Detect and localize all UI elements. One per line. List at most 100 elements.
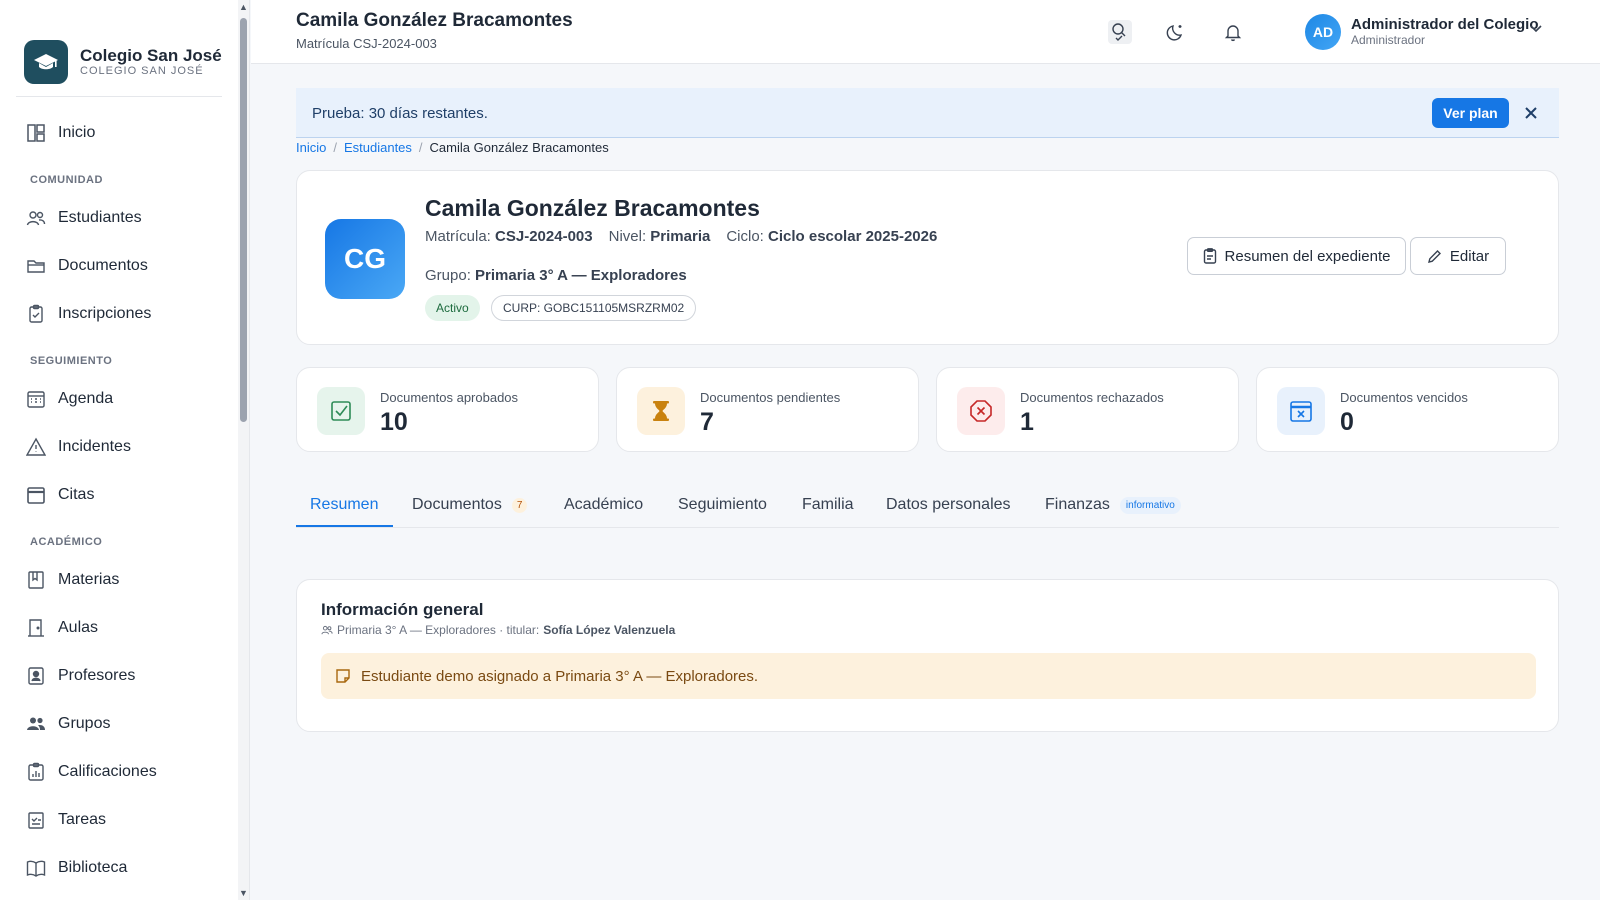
- sidebar-scrollbar[interactable]: ▲ ▼: [238, 0, 250, 900]
- trial-banner: Prueba: 30 días restantes. Ver plan: [296, 88, 1559, 138]
- scroll-up-arrow-icon[interactable]: ▲: [239, 2, 248, 12]
- accessibility-search-icon[interactable]: [1108, 20, 1132, 44]
- stat-pending-documents[interactable]: Documentos pendientes 7: [616, 367, 919, 452]
- tab-seguimiento[interactable]: Seguimiento: [678, 496, 767, 514]
- calendar-event-icon: [26, 485, 46, 505]
- sidebar-item-label: Aulas: [58, 619, 99, 636]
- section-academico: ACADÉMICO: [30, 536, 103, 548]
- breadcrumb-students[interactable]: Estudiantes: [344, 140, 412, 155]
- nivel-label: Nivel:: [608, 228, 647, 245]
- sidebar-item-estudiantes[interactable]: Estudiantes: [26, 206, 142, 230]
- tab-label: Documentos: [412, 496, 502, 513]
- record-summary-button[interactable]: Resumen del expediente: [1187, 237, 1406, 275]
- clipboard-icon: [1203, 248, 1217, 264]
- warning-icon: [26, 437, 46, 457]
- edit-label: Editar: [1449, 247, 1490, 265]
- sidebar-item-label: Inicio: [58, 124, 96, 141]
- sidebar-item-materias[interactable]: Materias: [26, 568, 119, 592]
- ciclo-value: Ciclo escolar 2025-2026: [768, 228, 938, 245]
- titular-name: Sofía López Valenzuela: [543, 623, 676, 637]
- sidebar-item-label: Estudiantes: [58, 209, 142, 226]
- user-name[interactable]: Administrador del Colegio: [1351, 16, 1539, 33]
- section-seguimiento: SEGUIMIENTO: [30, 355, 113, 367]
- sidebar-item-label: Inscripciones: [58, 305, 152, 322]
- hourglass-icon: [637, 387, 685, 435]
- badge-icon: [26, 666, 46, 686]
- curp-badge: CURP: GOBC151105MSRZRM02: [491, 295, 697, 321]
- tabs: Resumen Documentos 7 Académico Seguimien…: [296, 488, 1559, 528]
- sidebar-item-inscripciones[interactable]: Inscripciones: [26, 302, 151, 326]
- scroll-down-arrow-icon[interactable]: ▼: [239, 888, 248, 898]
- stat-expired-documents[interactable]: Documentos vencidos 0: [1256, 367, 1559, 452]
- view-plan-button[interactable]: Ver plan: [1432, 98, 1509, 128]
- sidebar-item-label: Calificaciones: [58, 763, 157, 780]
- breadcrumb-home[interactable]: Inicio: [296, 140, 326, 155]
- stat-value: 1: [1020, 408, 1034, 436]
- stat-approved-documents[interactable]: Documentos aprobados 10: [296, 367, 599, 452]
- student-group: Grupo: Primaria 3° A — Exploradores: [425, 267, 687, 284]
- student-meta: Matrícula: CSJ-2024-003 Nivel: Primaria …: [425, 228, 953, 245]
- close-icon[interactable]: [1522, 104, 1540, 122]
- users-icon: [321, 624, 333, 636]
- sidebar-item-calificaciones[interactable]: Calificaciones: [26, 760, 157, 784]
- sidebar-item-label: Agenda: [58, 390, 114, 407]
- tab-datos-personales[interactable]: Datos personales: [886, 496, 1011, 514]
- chevron-down-icon[interactable]: [1528, 20, 1544, 41]
- tab-label: Seguimiento: [678, 496, 767, 513]
- sidebar-item-label: Grupos: [58, 715, 111, 732]
- sidebar-item-label: Tareas: [58, 811, 107, 828]
- calendar-x-icon: [1277, 387, 1325, 435]
- tab-documentos[interactable]: Documentos 7: [412, 496, 528, 514]
- stat-label: Documentos pendientes: [700, 390, 841, 405]
- sidebar-item-biblioteca[interactable]: Biblioteca: [26, 856, 127, 880]
- tab-label: Finanzas: [1045, 496, 1110, 513]
- dashboard-icon: [26, 123, 46, 143]
- x-octagon-icon: [957, 387, 1005, 435]
- user-avatar[interactable]: AD: [1305, 14, 1341, 50]
- moon-icon[interactable]: [1164, 20, 1188, 44]
- general-info-card: Información general Primaria 3° A — Expl…: [296, 579, 1559, 732]
- record-summary-label: Resumen del expediente: [1224, 247, 1391, 265]
- breadcrumb: Inicio / Estudiantes / Camila González B…: [296, 140, 609, 155]
- tab-finanzas[interactable]: Finanzas informativo: [1045, 496, 1181, 514]
- breadcrumb-current: Camila González Bracamontes: [429, 140, 609, 155]
- stat-label: Documentos aprobados: [380, 390, 519, 405]
- stat-rejected-documents[interactable]: Documentos rechazados 1: [936, 367, 1239, 452]
- stat-value: 7: [700, 408, 714, 436]
- sidebar-item-label: Incidentes: [58, 438, 131, 455]
- tab-count-badge: 7: [511, 497, 528, 513]
- edit-button[interactable]: Editar: [1410, 237, 1506, 275]
- sidebar-item-documentos[interactable]: Documentos: [26, 254, 148, 278]
- pencil-icon: [1427, 249, 1442, 264]
- note-text: Estudiante demo asignado a Primaria 3° A…: [361, 667, 759, 685]
- sidebar-item-profesores[interactable]: Profesores: [26, 664, 135, 688]
- tab-resumen[interactable]: Resumen: [310, 496, 378, 514]
- sidebar-item-incidentes[interactable]: Incidentes: [26, 435, 131, 459]
- sidebar-item-inicio[interactable]: Inicio: [26, 121, 95, 145]
- stat-value: 0: [1340, 408, 1354, 436]
- sidebar-item-grupos[interactable]: Grupos: [26, 712, 110, 736]
- tab-label: Académico: [564, 496, 644, 513]
- brand[interactable]: Colegio San José COLEGIO SAN JOSÉ: [0, 0, 238, 96]
- nivel-value: Primaria: [650, 228, 711, 245]
- stat-label: Documentos vencidos: [1340, 390, 1468, 405]
- matricula-value: CSJ-2024-003: [495, 228, 593, 245]
- tab-academico[interactable]: Académico: [564, 496, 643, 514]
- sidebar-item-citas[interactable]: Citas: [26, 483, 94, 507]
- sidebar-item-aulas[interactable]: Aulas: [26, 616, 98, 640]
- tab-familia[interactable]: Familia: [802, 496, 854, 514]
- bell-icon[interactable]: [1221, 20, 1245, 44]
- book-open-icon: [26, 570, 46, 590]
- grupo-value: Primaria 3° A — Exploradores: [475, 267, 687, 284]
- student-avatar: CG: [325, 219, 405, 299]
- breadcrumb-separator: /: [418, 140, 423, 155]
- folder-icon: [26, 256, 46, 276]
- stat-value: 10: [380, 408, 408, 436]
- tab-label: Resumen: [310, 496, 379, 513]
- scroll-thumb[interactable]: [240, 18, 247, 422]
- sidebar-item-agenda[interactable]: Agenda: [26, 387, 113, 411]
- brand-name: Colegio San José: [80, 45, 222, 65]
- tab-label: Familia: [802, 496, 854, 513]
- tab-label: Datos personales: [886, 496, 1011, 513]
- sidebar-item-tareas[interactable]: Tareas: [26, 808, 106, 832]
